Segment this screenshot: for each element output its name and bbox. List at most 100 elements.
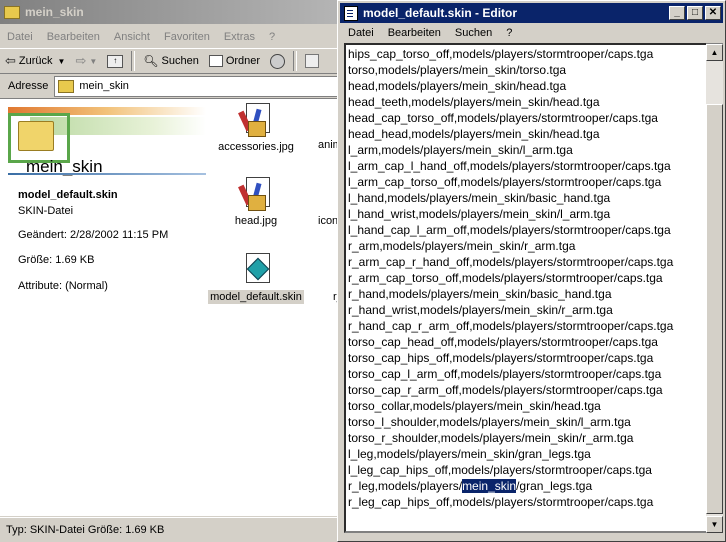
editor-menu-bar: Datei Bearbeiten Suchen ? <box>340 23 723 43</box>
search-button[interactable]: 🔍︎ Suchen <box>138 50 204 72</box>
text-line: r_hand_wrist,models/players/mein_skin/r_… <box>348 303 613 317</box>
file-name-cut[interactable]: icon <box>318 215 338 227</box>
file-name: accessories.jpg <box>218 141 294 153</box>
menu-extras[interactable]: Extras <box>217 31 262 43</box>
explorer-window: mein_skin Datei Bearbeiten Ansicht Favor… <box>0 0 343 542</box>
explorer-title: mein_skin <box>25 5 84 19</box>
text-line: l_arm_cap_l_hand_off,models/players/stor… <box>348 159 671 173</box>
scroll-down-button[interactable]: ▼ <box>706 516 723 533</box>
folders-label: Ordner <box>225 55 261 67</box>
editor-window: model_default.skin - Editor _ □ ✕ Datei … <box>337 0 726 542</box>
address-value: mein_skin <box>79 80 129 92</box>
text-line: r_hand,models/players/mein_skin/basic_ha… <box>348 287 612 301</box>
history-icon <box>270 53 286 69</box>
search-icon: 🔍︎ <box>143 54 159 68</box>
notepad-icon <box>344 5 358 21</box>
forward-dropdown-icon[interactable]: ▼ <box>89 57 97 66</box>
file-name: head.jpg <box>234 215 278 227</box>
editor-textarea[interactable]: hips_cap_torso_off,models/players/stormt… <box>344 43 708 533</box>
text-line-selected: r_leg,models/players/mein_skin/gran_legs… <box>348 478 706 494</box>
minimize-button[interactable]: _ <box>669 6 685 20</box>
text-line: head_head,models/players/mein_skin/head.… <box>348 127 600 141</box>
forward-button[interactable]: ⇨ ▼ <box>70 50 102 72</box>
image-file-icon <box>238 177 272 211</box>
search-label: Suchen <box>161 55 199 67</box>
explorer-content[interactable]: mein_skin model_default.skin SKIN-Datei … <box>0 98 343 516</box>
text-line: torso_cap_l_arm_off,models/players/storm… <box>348 367 662 381</box>
menu-favoriten[interactable]: Favoriten <box>157 31 217 43</box>
scroll-thumb[interactable] <box>706 104 723 514</box>
back-button[interactable]: ⇦ Zurück ▼ <box>0 50 70 72</box>
editor-title-bar[interactable]: model_default.skin - Editor _ □ ✕ <box>340 3 723 23</box>
menu-suchen[interactable]: Suchen <box>447 27 498 39</box>
scroll-up-button[interactable]: ▲ <box>706 44 723 61</box>
text-line: torso_cap_hips_off,models/players/stormt… <box>348 351 654 365</box>
text-line: r_leg_cap_hips_off,models/players/stormt… <box>348 495 654 509</box>
close-button[interactable]: ✕ <box>705 6 721 20</box>
skin-file-icon <box>240 253 272 287</box>
text-line: head,models/players/mein_skin/head.tga <box>348 79 567 93</box>
folder-icon <box>4 5 20 19</box>
image-file-icon <box>238 103 272 137</box>
history-button[interactable] <box>265 50 290 72</box>
selected-file-attributes: Attribute: (Normal) <box>18 280 108 292</box>
file-item[interactable]: head.jpg <box>206 177 306 227</box>
text-line: l_hand,models/players/mein_skin/basic_ha… <box>348 191 611 205</box>
folders-icon <box>208 55 223 67</box>
text-before-selection: r_leg,models/players/ <box>348 479 463 493</box>
folder-up-icon: ↑ <box>107 54 124 68</box>
address-bar-row: Adresse mein_skin <box>0 75 340 97</box>
back-label: Zurück <box>18 55 53 67</box>
file-name: model_default.skin <box>208 290 304 304</box>
text-line: l_leg_cap_hips_off,models/players/stormt… <box>348 463 652 477</box>
banner-divider <box>8 173 206 175</box>
folder-banner: mein_skin <box>8 107 206 176</box>
text-line: torso_collar,models/players/mein_skin/he… <box>348 399 601 413</box>
maximize-button[interactable]: □ <box>687 6 703 20</box>
explorer-title-bar[interactable]: mein_skin <box>0 0 340 24</box>
text-line: l_arm_cap_torso_off,models/players/storm… <box>348 175 662 189</box>
text-line: r_hand_cap_r_arm_off,models/players/stor… <box>348 319 674 333</box>
text-line: l_leg,models/players/mein_skin/gran_legs… <box>348 447 591 461</box>
vertical-scrollbar[interactable]: ▲ ▼ <box>706 43 723 533</box>
address-input[interactable]: mein_skin <box>54 75 340 97</box>
up-button[interactable]: ↑ <box>102 50 128 72</box>
text-line: hips_cap_torso_off,models/players/stormt… <box>348 47 654 61</box>
file-item[interactable]: accessories.jpg <box>206 103 306 153</box>
explorer-menu-bar: Datei Bearbeiten Ansicht Favoriten Extra… <box>0 27 340 47</box>
back-arrow-icon: ⇦ <box>5 53 16 68</box>
explorer-toolbar: ⇦ Zurück ▼ ⇨ ▼ ↑ 🔍︎ Suchen Ordner <box>0 48 340 74</box>
selected-file-name: model_default.skin <box>18 189 118 201</box>
selected-file-type: SKIN-Datei <box>18 205 74 217</box>
menu-help[interactable]: ? <box>498 27 518 39</box>
move-to-icon <box>305 54 320 68</box>
file-item-selected[interactable]: model_default.skin <box>206 253 306 304</box>
status-bar: Typ: SKIN-Datei Größe: 1.69 KB <box>0 517 340 542</box>
menu-bearbeiten[interactable]: Bearbeiten <box>40 31 107 43</box>
move-to-button[interactable] <box>300 50 324 72</box>
menu-help[interactable]: ? <box>262 31 282 43</box>
menu-datei[interactable]: Datei <box>340 27 380 39</box>
status-text: Typ: SKIN-Datei Größe: 1.69 KB <box>6 524 165 536</box>
text-line: l_hand_wrist,models/players/mein_skin/l_… <box>348 207 611 221</box>
text-after-selection: /gran_legs.tga <box>516 479 593 493</box>
text-line: r_arm_cap_r_hand_off,models/players/stor… <box>348 255 674 269</box>
text-line: torso_cap_head_off,models/players/stormt… <box>348 335 658 349</box>
text-line: head_cap_torso_off,models/players/stormt… <box>348 111 658 125</box>
text-line: torso_r_shoulder,models/players/mein_ski… <box>348 431 634 445</box>
toolbar-separator <box>131 51 136 71</box>
menu-bearbeiten[interactable]: Bearbeiten <box>380 27 447 39</box>
selected-file-modified: Geändert: 2/28/2002 11:15 PM <box>18 229 169 241</box>
back-dropdown-icon[interactable]: ▼ <box>58 57 66 66</box>
selected-file-size: Größe: 1.69 KB <box>18 254 95 266</box>
menu-datei[interactable]: Datei <box>0 31 40 43</box>
folders-button[interactable]: Ordner <box>204 50 265 72</box>
text-line: torso,models/players/mein_skin/torso.tga <box>348 63 567 77</box>
menu-ansicht[interactable]: Ansicht <box>107 31 157 43</box>
text-lines: hips_cap_torso_off,models/players/stormt… <box>348 46 706 478</box>
address-label: Adresse <box>8 80 49 92</box>
text-line: l_arm,models/players/mein_skin/l_arm.tga <box>348 143 573 157</box>
large-folder-icon <box>18 121 54 151</box>
window-controls: _ □ ✕ <box>667 6 721 20</box>
text-line: l_hand_cap_l_arm_off,models/players/stor… <box>348 223 671 237</box>
